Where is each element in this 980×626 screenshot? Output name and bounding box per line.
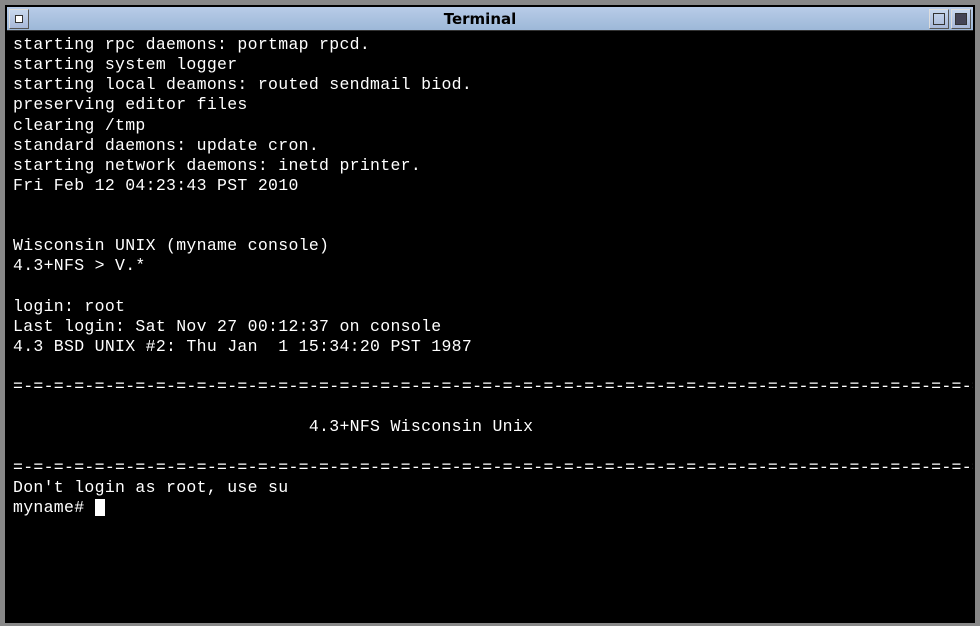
system-id-line: Wisconsin UNIX (myname console) <box>13 236 329 255</box>
separator-line: =-=-=-=-=-=-=-=-=-=-=-=-=-=-=-=-=-=-=-=-… <box>13 458 973 477</box>
boot-line: standard daemons: update cron. <box>13 136 319 155</box>
separator-line: =-=-=-=-=-=-=-=-=-=-=-=-=-=-=-=-=-=-=-=-… <box>13 377 973 396</box>
boot-line: starting system logger <box>13 55 237 74</box>
prompt-line: myname# <box>13 498 105 517</box>
cursor-icon <box>95 499 105 516</box>
shell-prompt: myname# <box>13 498 95 517</box>
boot-line: starting rpc daemons: portmap rpcd. <box>13 35 370 54</box>
warning-line: Don't login as root, use su <box>13 478 288 497</box>
kernel-line: 4.3 BSD UNIX #2: Thu Jan 1 15:34:20 PST … <box>13 337 472 356</box>
window-title: Terminal <box>31 10 929 28</box>
boot-line: starting local deamons: routed sendmail … <box>13 75 472 94</box>
minimize-button[interactable] <box>929 9 949 29</box>
boot-line: preserving editor files <box>13 95 248 114</box>
boot-line: starting network daemons: inetd printer. <box>13 156 421 175</box>
boot-line: clearing /tmp <box>13 116 146 135</box>
banner-line: 4.3+NFS Wisconsin Unix <box>13 417 533 436</box>
version-line: 4.3+NFS > V.* <box>13 256 146 275</box>
terminal-output[interactable]: starting rpc daemons: portmap rpcd. star… <box>7 31 973 621</box>
timestamp-line: Fri Feb 12 04:23:43 PST 2010 <box>13 176 299 195</box>
titlebar[interactable]: Terminal <box>7 7 973 31</box>
login-line: login: root <box>13 297 125 316</box>
maximize-button[interactable] <box>951 9 971 29</box>
window-menu-button[interactable] <box>9 9 29 29</box>
terminal-window: Terminal starting rpc daemons: portmap r… <box>5 5 975 623</box>
last-login-line: Last login: Sat Nov 27 00:12:37 on conso… <box>13 317 441 336</box>
